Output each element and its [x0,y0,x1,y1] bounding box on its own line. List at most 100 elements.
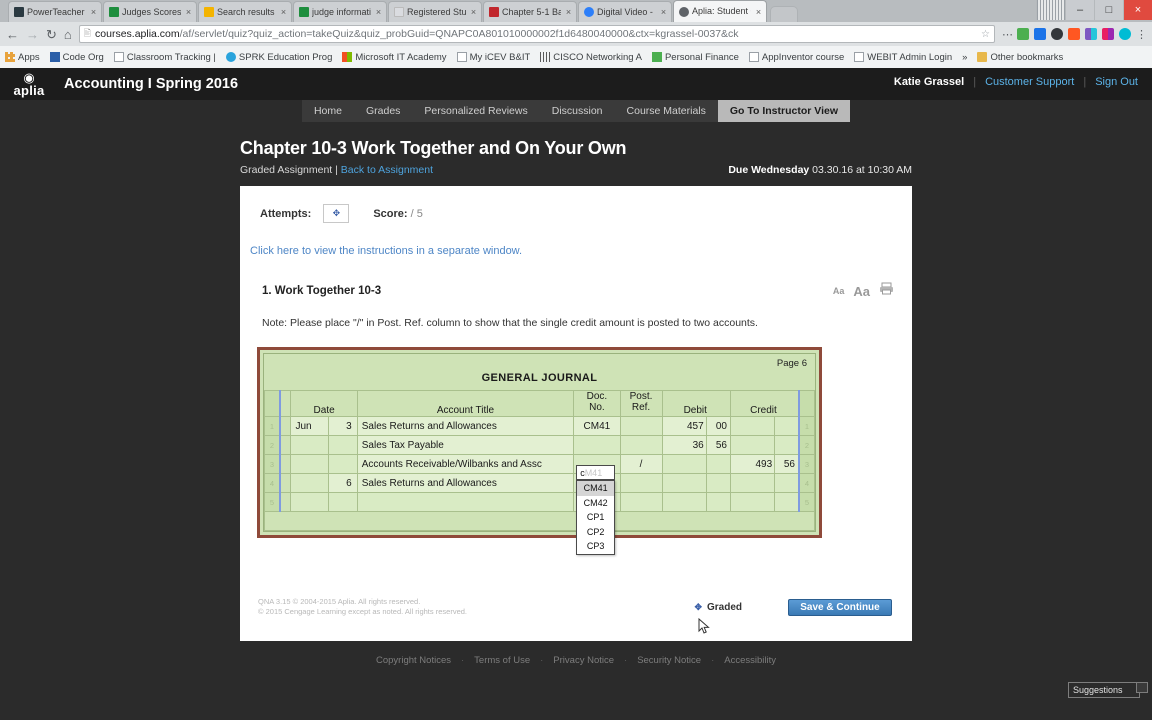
account-title-field[interactable]: Sales Returns and Allowances [356,473,575,493]
post-ref-field[interactable] [619,435,663,455]
back-to-assignment-link[interactable]: Back to Assignment [341,164,433,176]
debit-dollars-field[interactable]: 457 [661,416,707,436]
bookmark-item[interactable]: WEBIT Admin Login [854,52,952,63]
browser-tab[interactable]: Chapter 5-1 Ban × [483,1,577,22]
browser-tab[interactable]: PowerTeacher × [8,1,102,22]
sign-out-link[interactable]: Sign Out [1095,76,1138,88]
account-title-field[interactable] [356,492,575,512]
window-minimize-button[interactable]: – [1065,0,1094,20]
tab-close-icon[interactable]: × [279,7,288,17]
suggestions-resize-handle[interactable] [1136,682,1148,693]
bookmark-item[interactable]: AppInventor course [748,52,844,63]
tab-close-icon[interactable]: × [374,7,383,17]
window-close-button[interactable]: × [1123,0,1152,20]
font-increase-icon[interactable]: Aa [853,284,870,299]
window-maximize-button[interactable]: □ [1094,0,1123,20]
customer-support-link[interactable]: Customer Support [985,76,1074,88]
debit-cents-field[interactable] [705,454,731,474]
back-icon[interactable]: ← [6,28,19,41]
doc-no-field[interactable]: CM41 [573,416,621,436]
bookmark-item[interactable]: Microsoft IT Academy [342,52,447,63]
credit-cents-field[interactable] [774,492,800,512]
date-month-field[interactable]: Jun [290,416,330,436]
extension-icon[interactable] [1034,28,1046,40]
doc-no-field[interactable] [573,435,621,455]
font-decrease-icon[interactable]: Aa [833,286,845,296]
post-ref-field[interactable] [619,473,663,493]
forward-icon[interactable]: → [26,28,39,41]
instructions-link[interactable]: Click here to view the instructions in a… [250,245,522,257]
tab-close-icon[interactable]: × [184,7,193,17]
account-title-field[interactable]: Sales Returns and Allowances [356,416,575,436]
debit-cents-field[interactable]: 56 [705,435,731,455]
dropdown-option[interactable]: CP1 [577,510,614,525]
credit-dollars-field[interactable]: 493 [729,454,776,474]
overflow-dots-icon[interactable]: ⋯ [1002,28,1013,41]
attempts-indicator[interactable]: ✥ [323,204,350,223]
nav-item-grades[interactable]: Grades [354,100,412,122]
account-title-field[interactable]: Sales Tax Payable [356,435,575,455]
nav-item-discussion[interactable]: Discussion [540,100,615,122]
footer-link-privacy-notice[interactable]: Privacy Notice [553,655,614,666]
browser-tab[interactable]: judge informatio × [293,1,387,22]
suggestions-widget[interactable]: Suggestions [1068,682,1148,698]
date-month-field[interactable] [290,435,330,455]
dropdown-option[interactable]: CM41 [577,481,615,496]
credit-dollars-field[interactable] [729,416,776,436]
tab-close-icon[interactable]: × [469,7,478,17]
credit-cents-field[interactable] [774,435,800,455]
date-day-field[interactable]: 3 [328,416,358,436]
footer-link-accessibility[interactable]: Accessibility [724,655,776,666]
doc-no-dropdown-list[interactable]: CM41 CM42 CP1 CP2 CP3 [576,480,616,555]
new-tab-button[interactable] [770,6,798,22]
extension-icon[interactable] [1017,28,1029,40]
date-day-field[interactable]: 6 [328,473,358,493]
dropdown-option[interactable]: CM42 [577,496,614,511]
credit-dollars-field[interactable] [729,492,776,512]
bookmark-item[interactable]: Classroom Tracking | [113,52,216,63]
post-ref-field[interactable] [619,416,663,436]
home-icon[interactable]: ⌂ [64,28,72,41]
date-day-field[interactable] [328,435,358,455]
debit-dollars-field[interactable] [661,454,707,474]
print-icon[interactable] [879,282,894,300]
tab-close-icon[interactable]: × [754,7,763,17]
footer-link-security-notice[interactable]: Security Notice [637,655,701,666]
extension-icon[interactable] [1051,28,1063,40]
bookmark-star-icon[interactable]: ☆ [981,29,990,40]
debit-cents-field[interactable] [705,492,731,512]
window-restore-icon[interactable] [1036,0,1065,20]
debit-cents-field[interactable]: 00 [705,416,731,436]
credit-cents-field[interactable] [774,473,800,493]
nav-item-personalized-reviews[interactable]: Personalized Reviews [412,100,539,122]
footer-link-copyright-notices[interactable]: Copyright Notices [376,655,451,666]
credit-dollars-field[interactable] [729,473,776,493]
browser-tab[interactable]: Registered Stude × [388,1,482,22]
debit-dollars-field[interactable]: 36 [661,435,707,455]
browser-menu-icon[interactable]: ⋮ [1136,28,1147,41]
date-month-field[interactable] [290,473,330,493]
extension-icon[interactable] [1119,28,1131,40]
doc-no-input[interactable]: c M41 [576,465,616,480]
post-ref-field[interactable] [619,492,663,512]
extension-icon[interactable] [1068,28,1080,40]
tab-close-icon[interactable]: × [564,7,573,17]
tab-close-icon[interactable]: × [659,7,668,17]
bookmark-item[interactable]: SPRK Education Prog [225,52,332,63]
credit-cents-field[interactable]: 56 [774,454,800,474]
bookmark-item[interactable]: Code Org [49,52,104,63]
browser-tab[interactable]: Judges Scores 2 × [103,1,197,22]
nav-item-course-materials[interactable]: Course Materials [615,100,718,122]
bookmarks-overflow-button[interactable]: » [962,52,967,63]
bookmark-item[interactable]: CISCO Networking A [540,52,642,63]
other-bookmarks-button[interactable]: Other bookmarks [977,52,1063,63]
date-day-field[interactable] [328,492,358,512]
browser-tab[interactable]: Search results - × [198,1,292,22]
account-title-field[interactable]: Accounts Receivable/Wilbanks and Assc [356,454,575,474]
browser-tab-active[interactable]: Aplia: Student Q × [673,0,767,22]
date-month-field[interactable] [290,454,330,474]
bookmark-item[interactable]: Apps [5,52,40,63]
dropdown-option[interactable]: CP3 [577,539,614,554]
browser-tab[interactable]: Digital Video - D × [578,1,672,22]
extension-icon[interactable] [1085,28,1097,40]
